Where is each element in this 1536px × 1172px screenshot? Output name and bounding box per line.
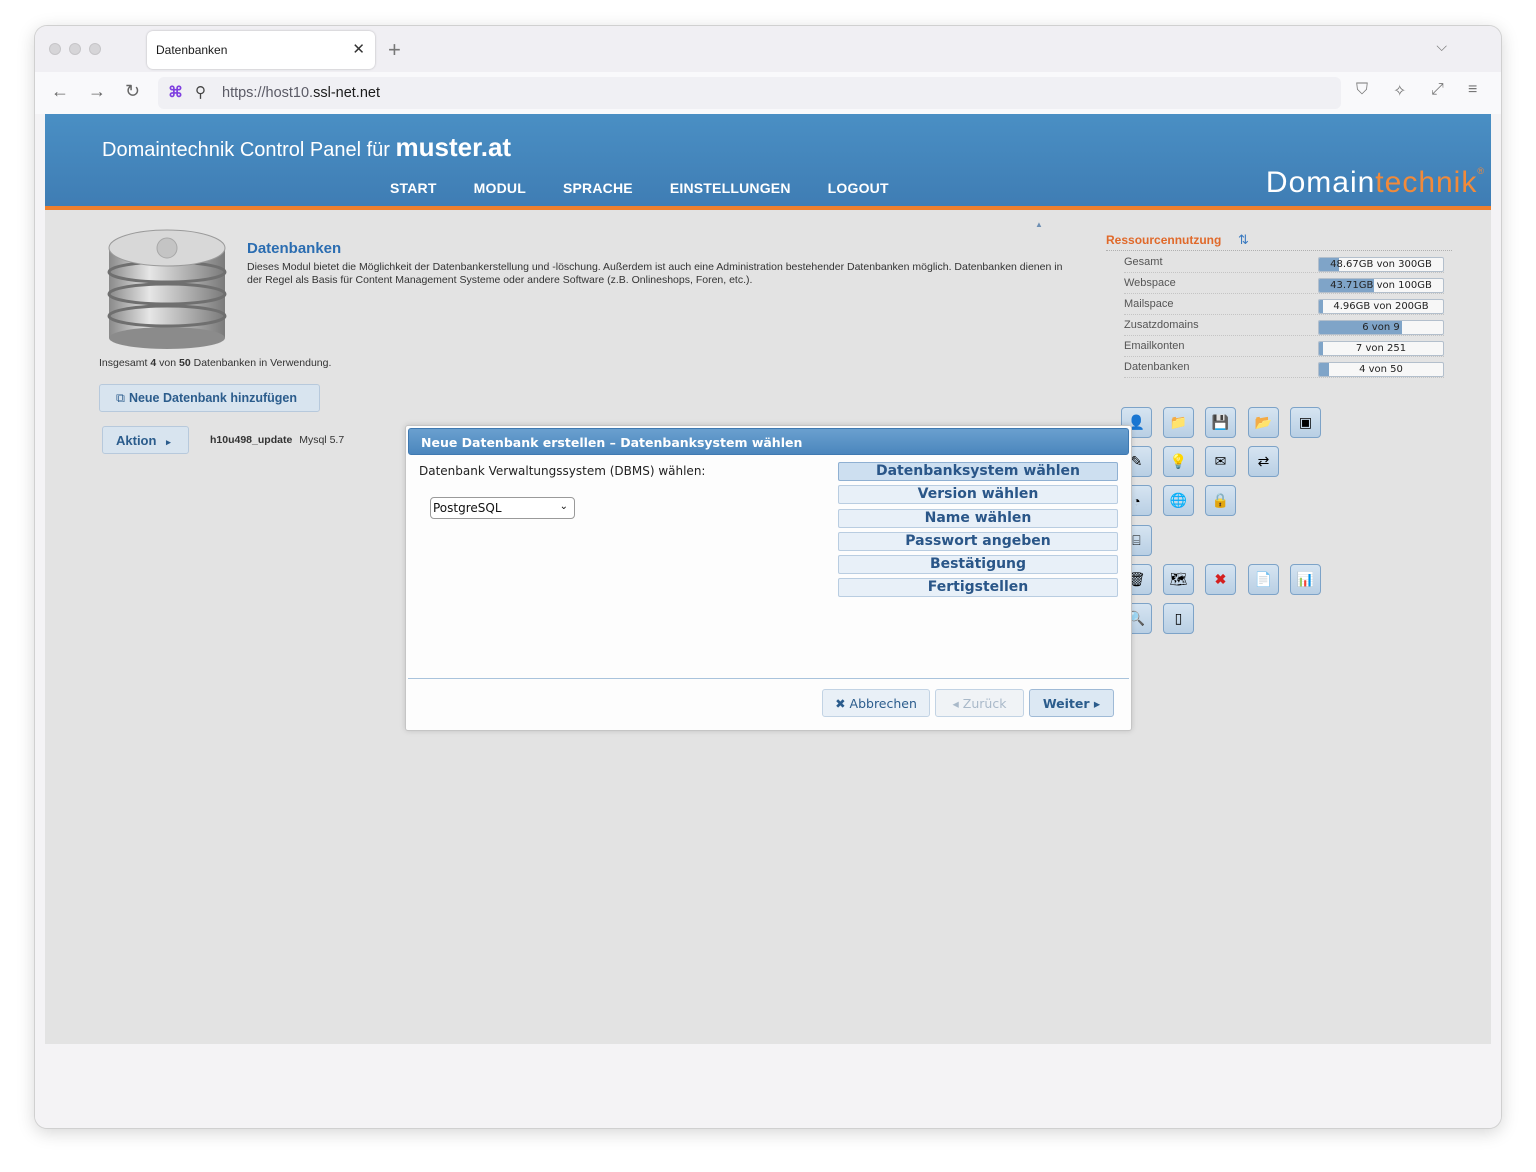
resource-row: Datenbanken 4 von 50 (1124, 360, 1444, 378)
chevron-down-icon: ⌄ (559, 501, 568, 512)
url-bar[interactable]: ⌘ ⚲ https://host10.ssl-net.net (158, 77, 1341, 109)
chart-icon[interactable]: 📊 (1290, 564, 1321, 595)
step-finish: Fertigstellen (838, 578, 1118, 598)
wizard-steps: Datenbanksystem wählen Version wählen Na… (838, 462, 1118, 602)
doc-icon[interactable]: 📄 (1248, 564, 1279, 595)
divider (408, 678, 1129, 679)
forward-icon[interactable]: ⇄ (1248, 446, 1279, 477)
browser-window: Datenbanken ✕ + ⌵ ← → ↻ ⌘ ⚲ https://host… (35, 26, 1501, 1128)
database-row: h10u498_update Mysql 5.7 (210, 434, 344, 446)
tab-close-icon[interactable]: ✕ (352, 40, 365, 58)
step-password: Passwort angeben (838, 531, 1118, 551)
lock-icon[interactable]: 🔒 (1205, 485, 1236, 516)
site-title: Domaintechnik Control Panel für muster.a… (102, 132, 512, 162)
database-type: Mysql (299, 434, 327, 446)
page-icon[interactable]: ▯ (1163, 603, 1194, 634)
scroll-up-icon[interactable]: ▲ (1035, 220, 1043, 229)
page-bottom (35, 1044, 1501, 1128)
forward-icon[interactable]: → (88, 81, 106, 102)
resources-title: Ressourcennutzung (1106, 233, 1222, 247)
page-viewport: Domaintechnik Control Panel für muster.a… (45, 114, 1491, 1044)
nav-sprache[interactable]: SPRACHE (563, 180, 633, 196)
dialog-title: Neue Datenbank erstellen – Datenbanksyst… (408, 428, 1129, 455)
next-button[interactable]: Weiter ▸ (1029, 689, 1114, 717)
module-title: Datenbanken (247, 240, 342, 257)
tab-list-icon[interactable]: ⌵ (1436, 38, 1447, 55)
step-name: Name wählen (838, 508, 1118, 528)
fullscreen-icon[interactable]: ⤢ (1431, 81, 1444, 99)
progress-bar: 48.67GB von 300GB (1318, 257, 1444, 272)
resource-row: Webspace 43.71GB von 100GB (1124, 276, 1444, 294)
tab-bar: Datenbanken ✕ + ⌵ (35, 26, 1501, 72)
folder-icon[interactable]: 📁 (1163, 407, 1194, 438)
nav-bar: ← → ↻ ⌘ ⚲ https://host10.ssl-net.net ⛉ ✧… (35, 72, 1501, 114)
extension-icon[interactable]: ⌘ (168, 83, 183, 101)
module-description: Dieses Modul bietet die Möglichkeit der … (247, 261, 1063, 286)
step-confirmation: Bestätigung (838, 555, 1118, 575)
divider (1106, 250, 1452, 251)
nav-start[interactable]: START (390, 180, 437, 196)
tab-title: Datenbanken (156, 43, 228, 57)
progress-bar: 6 von 9 (1318, 320, 1444, 335)
resource-row: Emailkonten 7 von 251 (1124, 339, 1444, 357)
main-nav: START MODUL SPRACHE EINSTELLUNGEN LOGOUT (390, 180, 926, 196)
nav-modul[interactable]: MODUL (474, 180, 526, 196)
refresh-icon[interactable]: ⇅ (1238, 232, 1249, 248)
nav-einstellungen[interactable]: EINSTELLUNGEN (670, 180, 791, 196)
site-header: Domaintechnik Control Panel für muster.a… (45, 114, 1491, 210)
delete-icon[interactable]: ✖ (1205, 564, 1236, 595)
terminal-icon[interactable]: ▣ (1290, 407, 1321, 438)
add-icon: ⧉ (116, 391, 125, 405)
progress-bar: 4.96GB von 200GB (1318, 299, 1444, 314)
progress-bar: 43.71GB von 100GB (1318, 278, 1444, 293)
globe-icon[interactable]: 🌐 (1163, 485, 1194, 516)
usage-text: Insgesamt 4 von 50 Datenbanken in Verwen… (99, 357, 332, 369)
dbms-label: Datenbank Verwaltungssystem (DBMS) wähle… (419, 464, 706, 478)
database-name: h10u498_update (210, 434, 293, 446)
map-icon[interactable]: 🗺 (1163, 564, 1194, 595)
create-database-dialog: Neue Datenbank erstellen – Datenbanksyst… (405, 425, 1132, 731)
bulb-icon[interactable]: 💡 (1163, 446, 1194, 477)
progress-bar: 7 von 251 (1318, 341, 1444, 356)
add-database-button[interactable]: ⧉ Neue Datenbank hinzufügen (99, 384, 320, 412)
arrow-right-icon: ▸ (166, 437, 171, 447)
brand-logo: Domaintechnik® (1265, 166, 1485, 199)
step-version: Version wählen (838, 485, 1118, 505)
dbms-select[interactable]: PostgreSQL ⌄ (430, 497, 575, 519)
back-button[interactable]: ◂ Zurück (935, 689, 1024, 717)
ftp-icon[interactable]: 📂 (1248, 407, 1279, 438)
back-icon[interactable]: ← (51, 81, 69, 102)
resource-row: Mailspace 4.96GB von 200GB (1124, 297, 1444, 315)
backup-icon[interactable]: 💾 (1205, 407, 1236, 438)
cancel-button[interactable]: ✖ Abbrechen (822, 689, 930, 717)
reload-icon[interactable]: ↻ (125, 81, 140, 102)
progress-bar: 4 von 50 (1318, 362, 1444, 377)
nav-logout[interactable]: LOGOUT (828, 180, 889, 196)
mail-icon[interactable]: ✉ (1205, 446, 1236, 477)
database-icon (107, 229, 227, 349)
resource-row: Gesamt 48.67GB von 300GB (1124, 255, 1444, 273)
close-window-button[interactable] (49, 43, 61, 55)
maximize-window-button[interactable] (89, 43, 101, 55)
new-tab-icon[interactable]: + (388, 37, 401, 63)
action-button[interactable]: Aktion ▸ (102, 426, 189, 454)
menu-icon[interactable]: ≡ (1468, 81, 1477, 99)
url-text[interactable]: https://host10.ssl-net.net (222, 85, 380, 101)
step-dbms: Datenbanksystem wählen (838, 462, 1118, 481)
broom-icon[interactable]: ✧ (1393, 81, 1406, 101)
shield-icon[interactable]: ⛉ (1356, 81, 1368, 99)
search-icon: ⚲ (195, 84, 206, 101)
resource-row: Zusatzdomains 6 von 9 (1124, 318, 1444, 336)
browser-tab[interactable]: Datenbanken ✕ (147, 31, 375, 69)
minimize-window-button[interactable] (69, 43, 81, 55)
database-version: 5.7 (329, 434, 345, 446)
